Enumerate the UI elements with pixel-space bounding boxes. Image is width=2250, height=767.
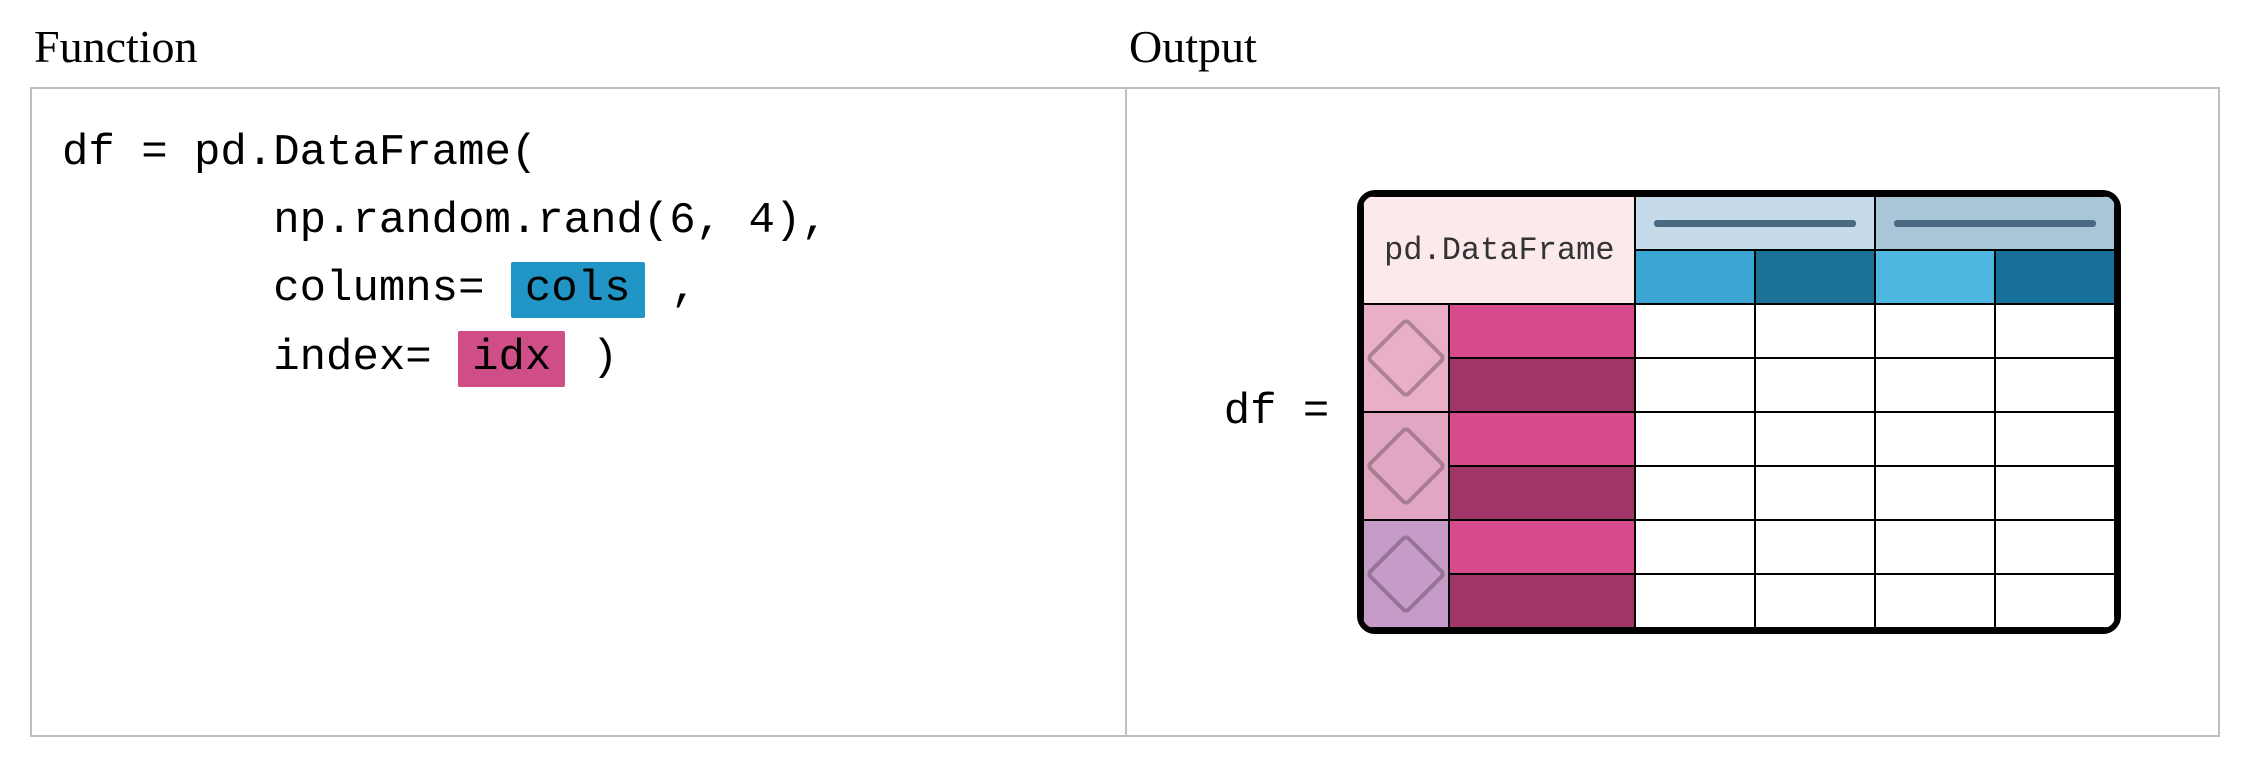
col-index-inner-3 [1875,250,1995,304]
data-cell [1755,412,1875,466]
col-index-outer-2 [1875,196,2115,250]
diamond-icon [1365,425,1447,507]
function-box: df = pd.DataFrame( np.random.rand(6, 4),… [30,87,1125,737]
col-index-inner-4 [1995,250,2115,304]
data-cell [1755,466,1875,520]
data-cell [1635,358,1755,412]
row-index-inner-6 [1449,574,1635,628]
data-cell [1635,304,1755,358]
row-index-inner-2 [1449,358,1635,412]
output-row: df = pd.DataFrame [1157,119,2188,705]
data-cell [1875,412,1995,466]
data-cell [1995,358,2115,412]
output-heading: Output [1129,20,2220,73]
data-cell [1755,574,1875,628]
data-cell [1635,574,1755,628]
corner-label: pd.DataFrame [1363,196,1635,304]
output-column: Output df = pd.DataFrame [1125,20,2220,737]
cols-highlight: cols [511,262,645,318]
code-line-2: np.random.rand(6, 4), [62,196,828,246]
data-cell [1755,304,1875,358]
data-cell [1995,520,2115,574]
df-equals-label: df = [1224,387,1330,437]
data-cell [1995,574,2115,628]
code-line-3a: columns= [62,264,511,314]
data-cell [1995,466,2115,520]
idx-highlight: idx [458,331,565,387]
data-cell [1755,358,1875,412]
code-block: df = pd.DataFrame( np.random.rand(6, 4),… [62,119,1095,392]
code-line-4a: index= [62,333,458,383]
data-cell [1755,520,1875,574]
data-cell [1875,520,1995,574]
dataframe-grid: pd.DataFrame [1363,196,2115,628]
row-index-inner-5 [1449,520,1635,574]
row-index-outer-1 [1363,304,1449,412]
data-cell [1875,574,1995,628]
output-box: df = pd.DataFrame [1125,87,2220,737]
data-cell [1875,466,1995,520]
data-cell [1875,304,1995,358]
row-index-inner-4 [1449,466,1635,520]
data-cell [1995,304,2115,358]
code-line-1: df = pd.DataFrame( [62,128,537,178]
diagram-container: Function df = pd.DataFrame( np.random.ra… [0,0,2250,767]
row-index-outer-2 [1363,412,1449,520]
col-index-inner-1 [1635,250,1755,304]
diamond-icon [1365,533,1447,615]
diamond-icon [1365,317,1447,399]
code-line-3b: , [645,264,698,314]
code-line-4b: ) [565,333,618,383]
function-heading: Function [34,20,1125,73]
col-index-inner-2 [1755,250,1875,304]
row-index-inner-3 [1449,412,1635,466]
col-index-outer-1 [1635,196,1875,250]
data-cell [1875,358,1995,412]
dataframe-frame: pd.DataFrame [1357,190,2121,634]
data-cell [1635,412,1755,466]
data-cell [1635,466,1755,520]
row-index-inner-1 [1449,304,1635,358]
data-cell [1995,412,2115,466]
data-cell [1635,520,1755,574]
row-index-outer-3 [1363,520,1449,628]
function-column: Function df = pd.DataFrame( np.random.ra… [30,20,1125,737]
